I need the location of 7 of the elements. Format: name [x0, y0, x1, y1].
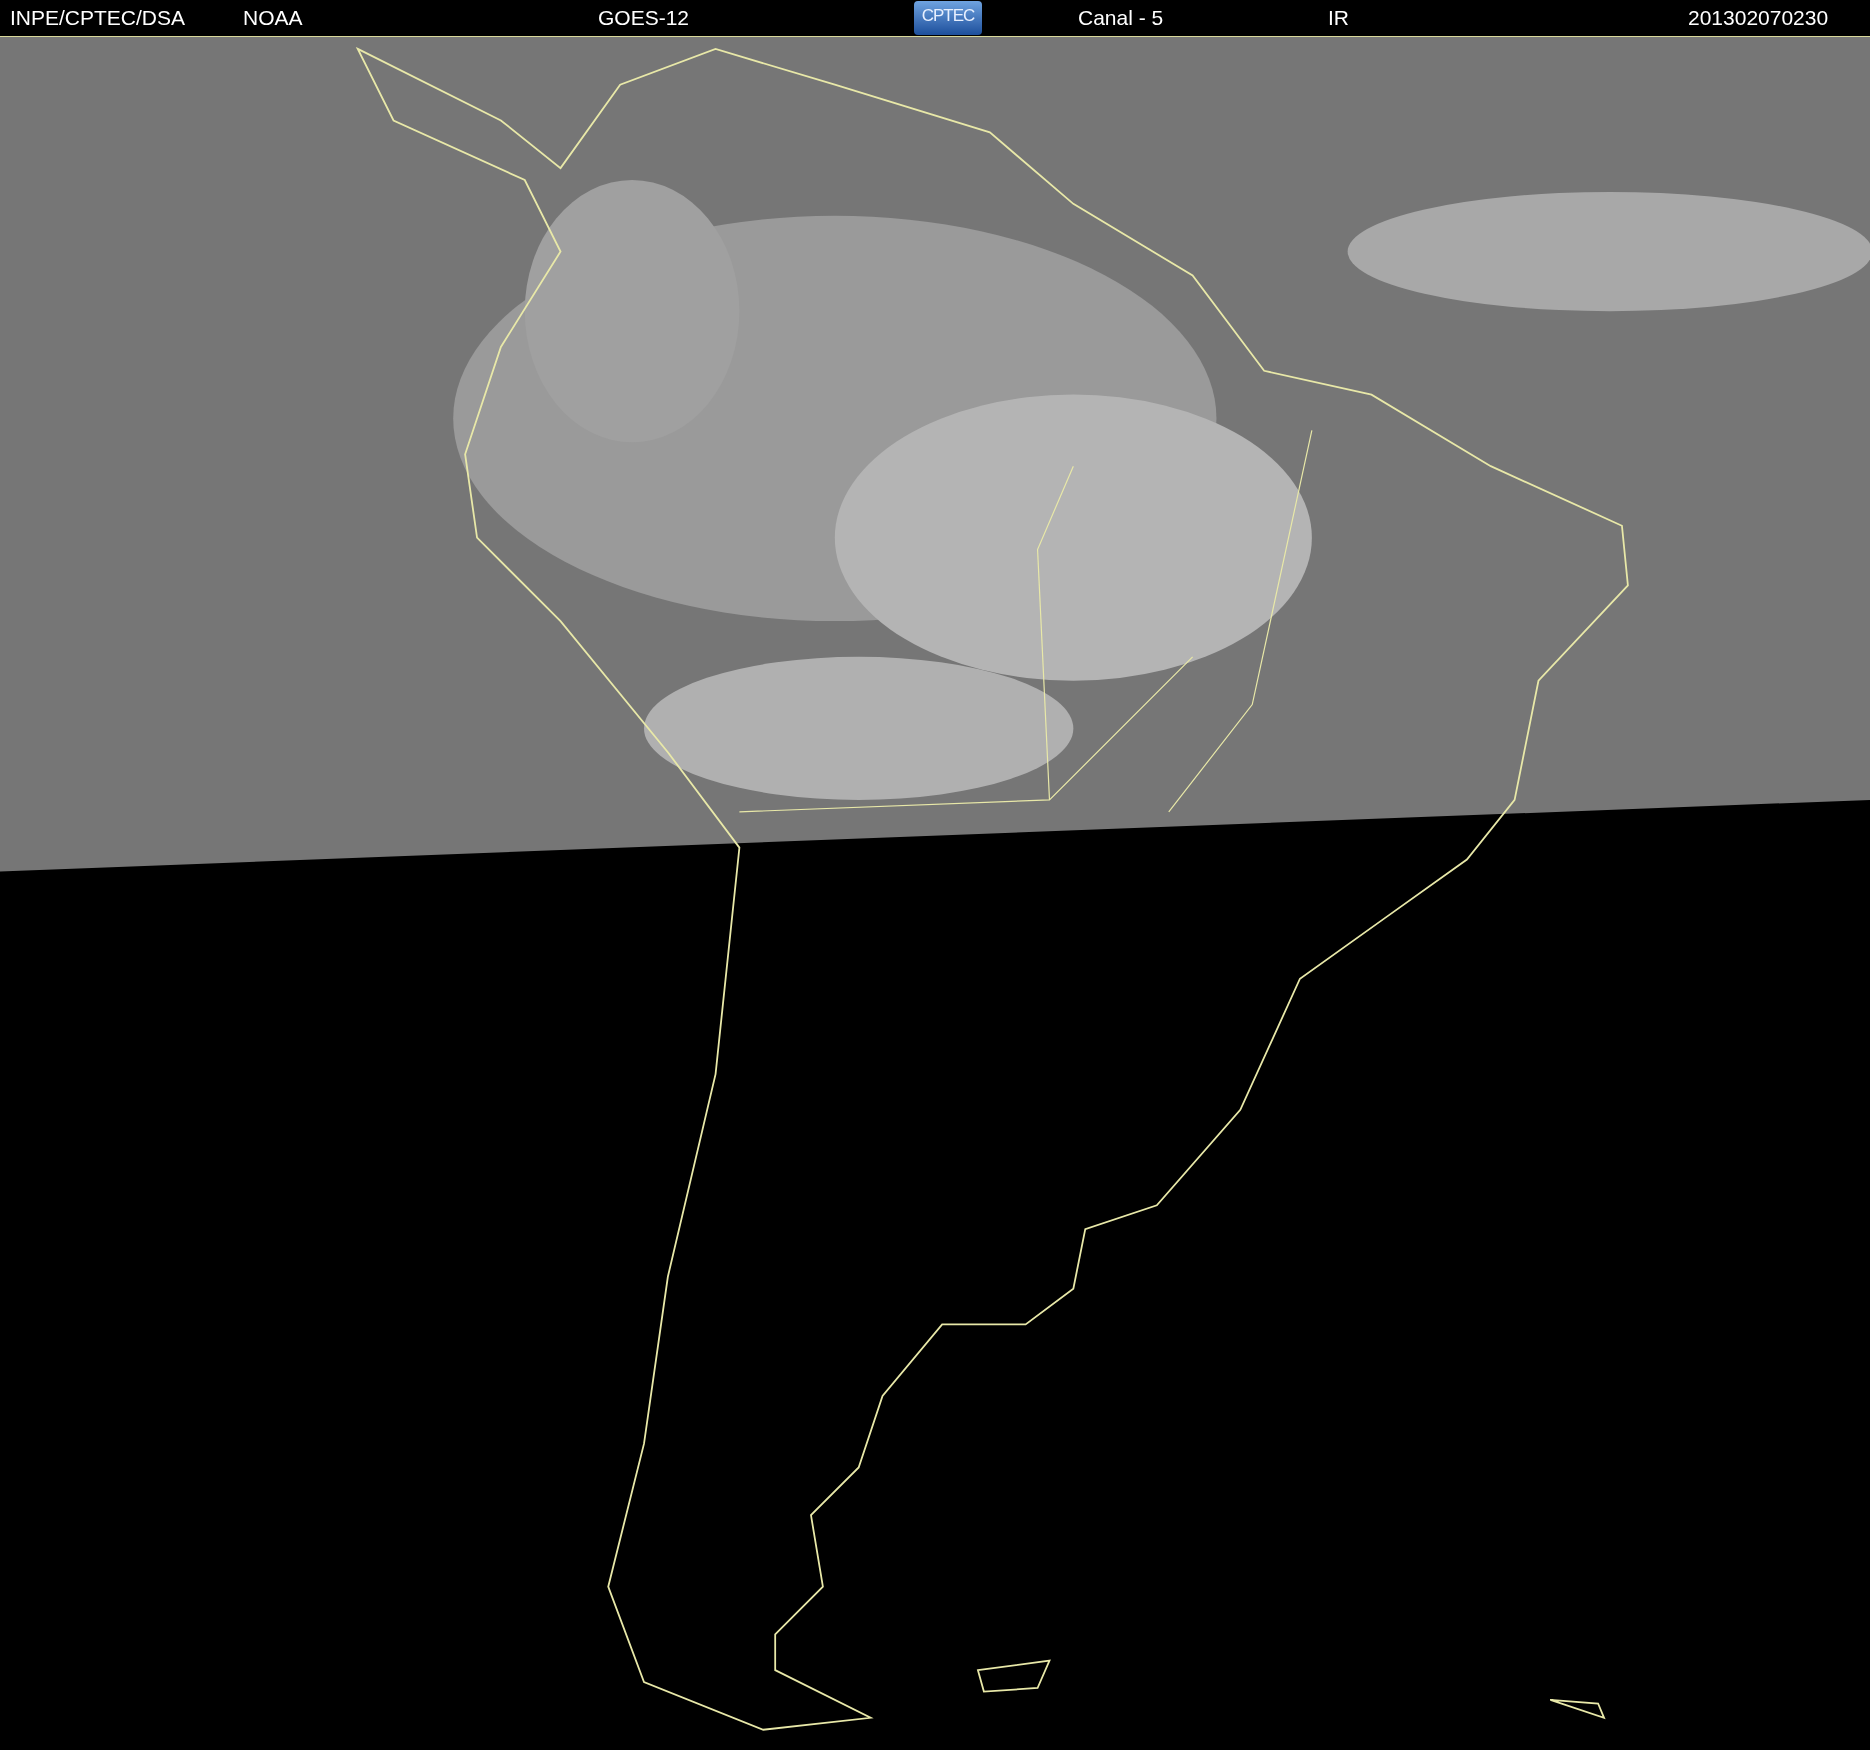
header-label: INPE/CPTEC/DSA	[10, 6, 186, 29]
header-label: IR	[1328, 6, 1349, 29]
header-label: GOES-12	[598, 6, 690, 29]
header-label: NOAA	[243, 6, 303, 29]
logo: CPTEC	[914, 1, 982, 35]
header-label: 201302070230	[1688, 6, 1829, 29]
header-label: Canal - 5	[1078, 6, 1164, 29]
